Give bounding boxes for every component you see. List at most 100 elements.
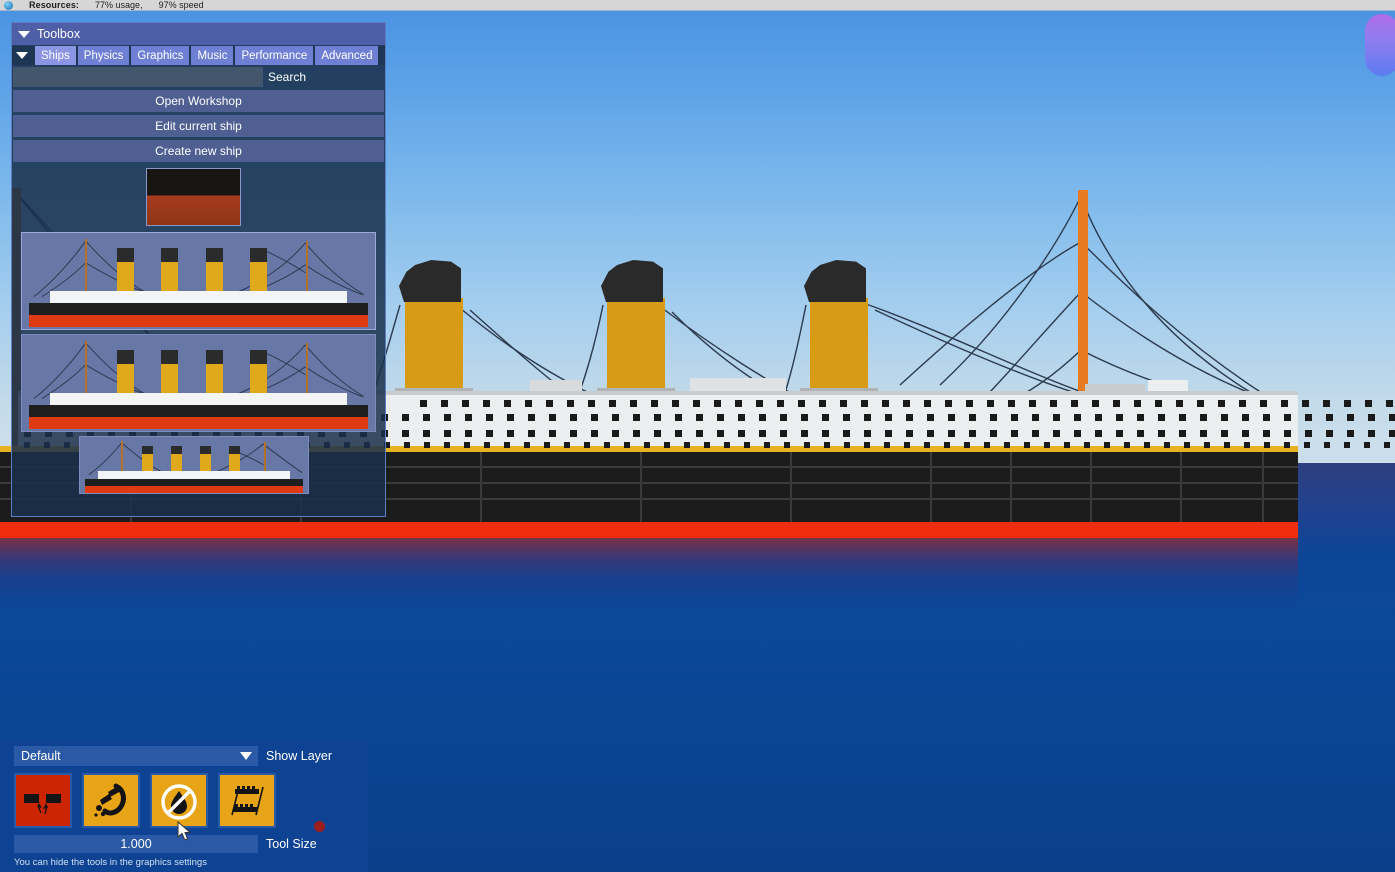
porthole bbox=[1116, 430, 1123, 437]
chevron-down-icon[interactable] bbox=[16, 52, 28, 59]
porthole bbox=[633, 430, 640, 437]
toolbox-header[interactable]: Toolbox bbox=[12, 23, 385, 45]
porthole bbox=[693, 400, 700, 407]
ship-list[interactable] bbox=[13, 166, 384, 514]
porthole bbox=[1281, 400, 1288, 407]
sim-logo-icon bbox=[4, 0, 13, 10]
porthole bbox=[861, 400, 868, 407]
toolbox-title: Toolbox bbox=[37, 27, 81, 41]
tab-performance[interactable]: Performance bbox=[235, 46, 314, 65]
porthole bbox=[1284, 430, 1291, 437]
thumbnail-superstructure bbox=[50, 291, 347, 303]
tab-graphics[interactable]: Graphics bbox=[131, 46, 190, 65]
tool-size-row[interactable]: 1.000 Tool Size bbox=[14, 835, 354, 853]
porthole bbox=[724, 442, 730, 448]
thumbnail-hull bbox=[29, 405, 368, 417]
porthole bbox=[1158, 430, 1165, 437]
toolbox-panel[interactable]: Toolbox Ships Physics Graphics Music Per… bbox=[11, 22, 386, 517]
ship-thumbnail-large-1[interactable] bbox=[21, 232, 376, 330]
porthole bbox=[882, 400, 889, 407]
chevron-down-icon[interactable] bbox=[240, 752, 252, 760]
porthole bbox=[464, 442, 470, 448]
tool-buttons-row[interactable] bbox=[14, 773, 354, 832]
open-workshop-button[interactable]: Open Workshop bbox=[13, 90, 384, 112]
porthole bbox=[564, 442, 570, 448]
porthole bbox=[1011, 430, 1018, 437]
tab-music[interactable]: Music bbox=[191, 46, 234, 65]
porthole bbox=[1264, 442, 1270, 448]
no-water-tool-button[interactable] bbox=[150, 773, 208, 828]
leak-tool-button[interactable] bbox=[82, 773, 140, 828]
porthole bbox=[484, 442, 490, 448]
porthole bbox=[906, 430, 913, 437]
porthole bbox=[1176, 400, 1183, 407]
porthole bbox=[964, 442, 970, 448]
tool-size-label: Tool Size bbox=[266, 837, 317, 851]
porthole bbox=[1218, 400, 1225, 407]
porthole bbox=[424, 442, 430, 448]
thumbnail-funnel-3 bbox=[206, 349, 223, 395]
porthole bbox=[1197, 400, 1204, 407]
porthole bbox=[1095, 414, 1102, 421]
porthole bbox=[546, 400, 553, 407]
tab-ships[interactable]: Ships bbox=[35, 46, 76, 65]
porthole bbox=[1113, 400, 1120, 407]
layer-select[interactable]: Default bbox=[14, 746, 258, 766]
tab-advanced[interactable]: Advanced bbox=[315, 46, 379, 65]
porthole bbox=[584, 442, 590, 448]
break-tool-button[interactable] bbox=[14, 773, 72, 828]
tab-physics[interactable]: Physics bbox=[77, 46, 130, 65]
porthole bbox=[567, 400, 574, 407]
porthole bbox=[1324, 442, 1330, 448]
porthole bbox=[1224, 442, 1230, 448]
porthole bbox=[696, 430, 703, 437]
split-ship-icon bbox=[231, 785, 264, 815]
chevron-down-icon[interactable] bbox=[18, 30, 30, 38]
ship-thumbnail-swatch[interactable] bbox=[146, 168, 241, 226]
porthole bbox=[1326, 430, 1333, 437]
porthole bbox=[717, 414, 724, 421]
thumbnail-funnel-4 bbox=[250, 349, 267, 395]
porthole bbox=[714, 400, 721, 407]
porthole bbox=[444, 430, 451, 437]
tool-size-slider[interactable]: 1.000 bbox=[14, 835, 258, 853]
resources-speed: 97% speed bbox=[158, 0, 204, 10]
ship-thumbnail-small-3[interactable] bbox=[79, 436, 309, 494]
porthole bbox=[1305, 414, 1312, 421]
porthole bbox=[612, 414, 619, 421]
notification-pill[interactable] bbox=[1365, 14, 1395, 76]
search-input[interactable] bbox=[13, 67, 263, 87]
porthole bbox=[1302, 400, 1309, 407]
layer-row[interactable]: Default Show Layer bbox=[14, 746, 354, 766]
porthole bbox=[1134, 400, 1141, 407]
porthole bbox=[843, 430, 850, 437]
porthole bbox=[1244, 442, 1250, 448]
tool-bar[interactable]: Default Show Layer 1.000 Tool Size You c… bbox=[0, 740, 368, 872]
edit-current-ship-button[interactable]: Edit current ship bbox=[13, 115, 384, 137]
thumbnail-funnel-2 bbox=[161, 247, 178, 293]
porthole bbox=[1124, 442, 1130, 448]
create-new-ship-button[interactable]: Create new ship bbox=[13, 140, 384, 162]
toolbox-tab-bar[interactable]: Ships Physics Graphics Music Performance… bbox=[12, 46, 385, 65]
porthole bbox=[1368, 414, 1375, 421]
porthole bbox=[864, 430, 871, 437]
search-row[interactable]: Search bbox=[12, 67, 385, 87]
porthole bbox=[822, 414, 829, 421]
porthole bbox=[544, 442, 550, 448]
porthole bbox=[990, 430, 997, 437]
porthole bbox=[664, 442, 670, 448]
porthole bbox=[1024, 442, 1030, 448]
split-ship-tool-button[interactable] bbox=[218, 773, 276, 828]
porthole bbox=[924, 400, 931, 407]
porthole bbox=[843, 414, 850, 421]
ship-thumbnail-large-2[interactable] bbox=[21, 334, 376, 432]
porthole bbox=[1029, 400, 1036, 407]
porthole bbox=[948, 430, 955, 437]
porthole bbox=[1263, 414, 1270, 421]
porthole bbox=[924, 442, 930, 448]
tabs-collapse-icon-wrap[interactable] bbox=[14, 46, 33, 65]
porthole bbox=[696, 414, 703, 421]
porthole bbox=[945, 400, 952, 407]
porthole bbox=[738, 414, 745, 421]
porthole bbox=[507, 430, 514, 437]
